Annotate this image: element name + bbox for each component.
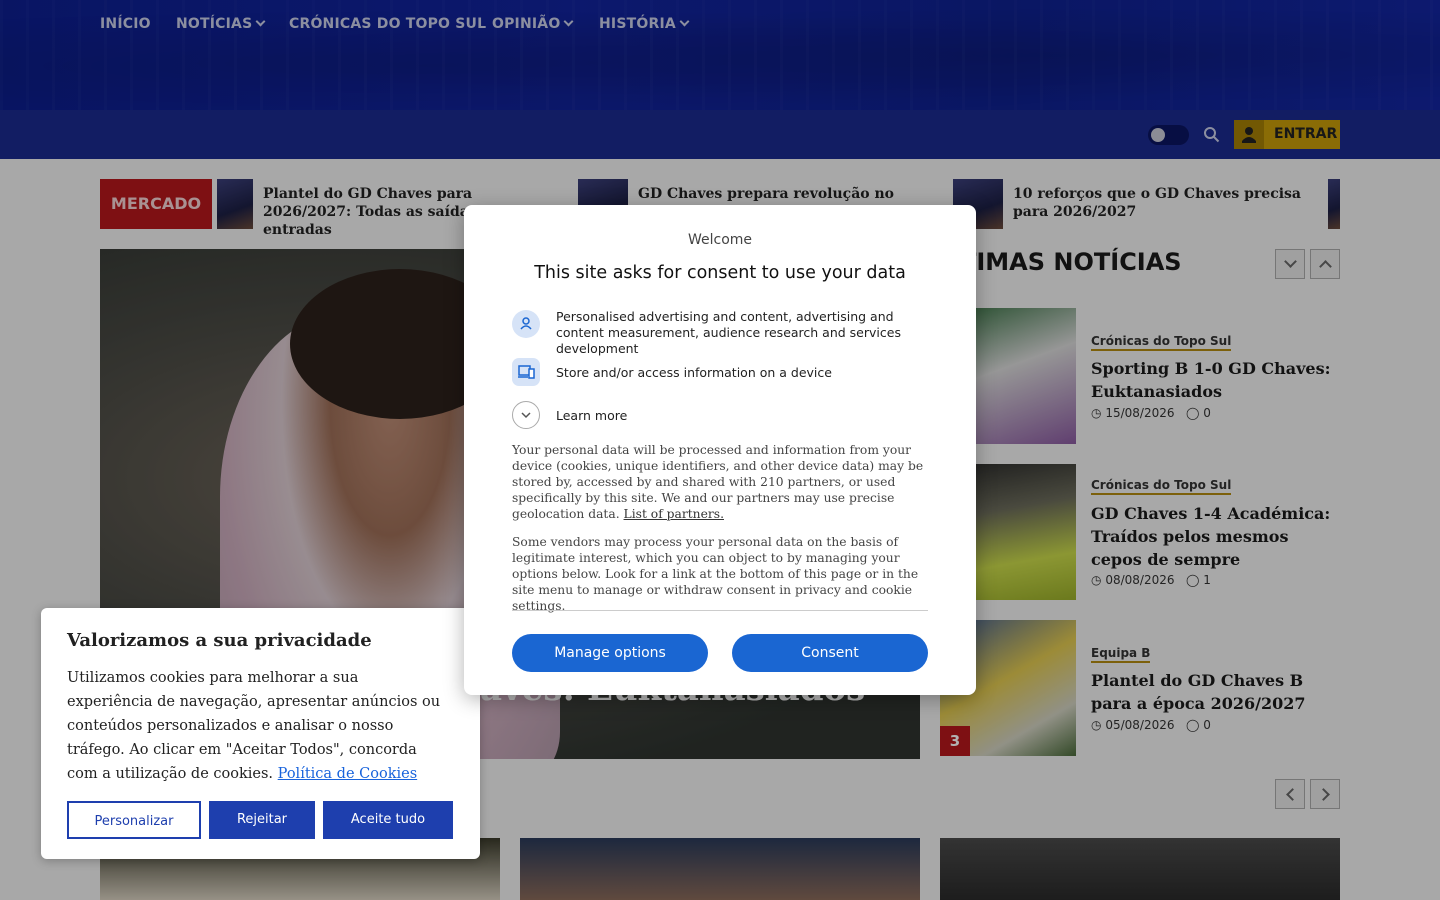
reject-button[interactable]: Rejeitar bbox=[209, 801, 315, 839]
device-icon bbox=[512, 358, 540, 386]
cookie-body: Utilizamos cookies para melhorar a sua e… bbox=[67, 666, 447, 786]
dialog-title: This site asks for consent to use your d… bbox=[534, 263, 906, 283]
cookie-banner: Valorizamos a sua privacidade Utilizamos… bbox=[41, 608, 480, 859]
accept-all-button[interactable]: Aceite tudo bbox=[323, 801, 453, 839]
partners-link[interactable]: List of partners. bbox=[624, 507, 724, 521]
purpose-text: Personalised advertising and content, ad… bbox=[556, 309, 901, 356]
consent-button[interactable]: Consent bbox=[732, 634, 928, 672]
cookie-policy-link[interactable]: Política de Cookies bbox=[278, 766, 418, 782]
cookie-title: Valorizamos a sua privacidade bbox=[67, 630, 372, 651]
learn-more-label[interactable]: Learn more bbox=[556, 408, 936, 424]
dialog-welcome: Welcome bbox=[687, 232, 753, 248]
consent-paragraph-2: Some vendors may process your personal d… bbox=[512, 535, 919, 613]
consent-dialog: Welcome This site asks for consent to us… bbox=[464, 205, 976, 695]
chevron-down-icon[interactable] bbox=[512, 401, 540, 429]
customize-button[interactable]: Personalizar bbox=[67, 801, 201, 839]
manage-options-button[interactable]: Manage options bbox=[512, 634, 708, 672]
person-icon bbox=[512, 310, 540, 338]
divider bbox=[512, 610, 928, 611]
purpose-text: Store and/or access information on a dev… bbox=[556, 365, 832, 380]
consent-paragraph: Your personal data will be processed and… bbox=[512, 442, 928, 522]
